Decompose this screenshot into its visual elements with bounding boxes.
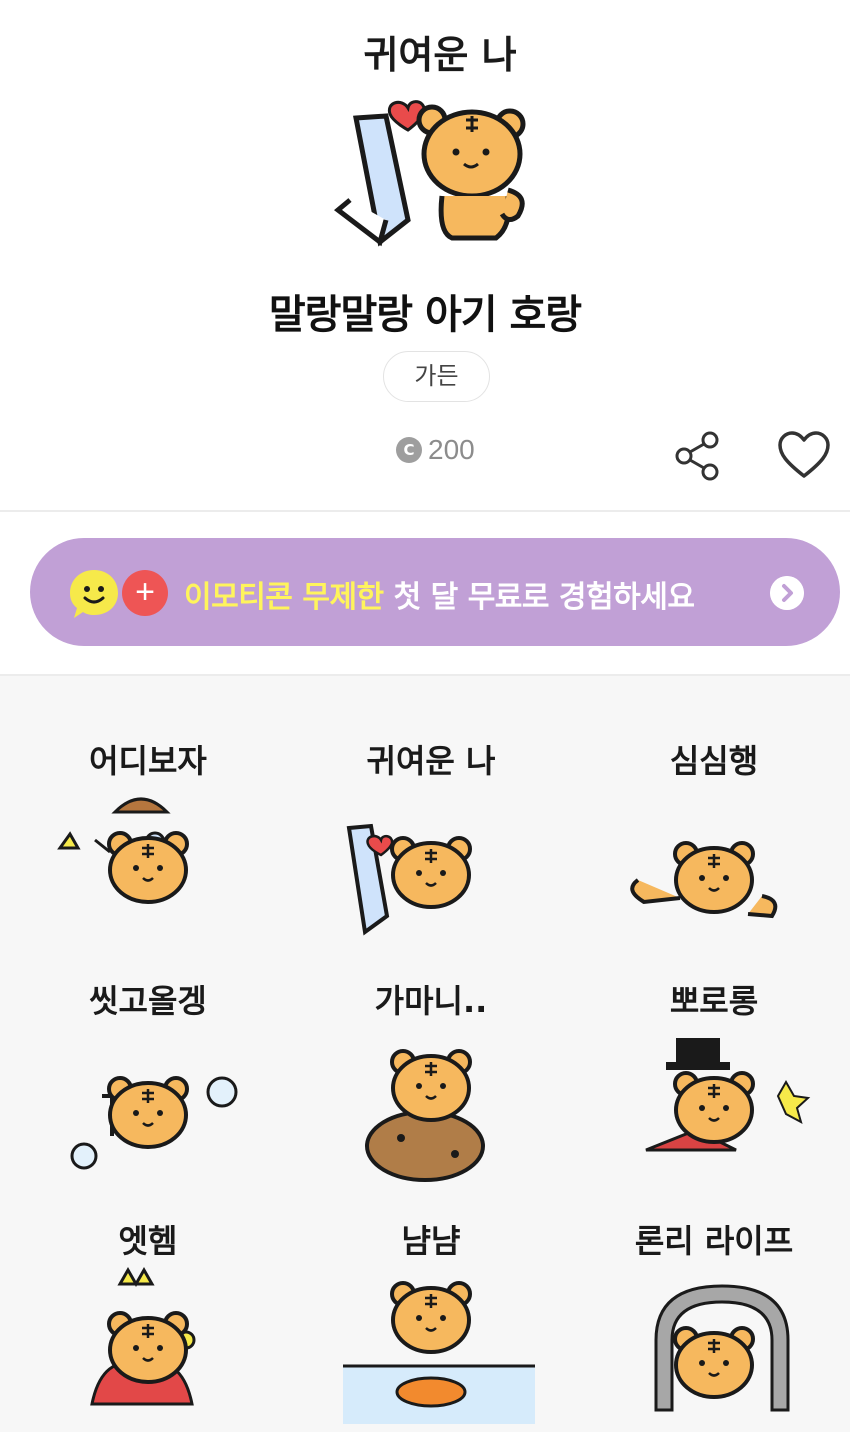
sticker-item[interactable]: 씻고올겡 xyxy=(0,960,283,1196)
sticker-image: 엣헴 xyxy=(90,1222,196,1406)
chevron-right-icon xyxy=(770,576,804,610)
sticker-item[interactable]: 뽀로롱 xyxy=(566,960,849,1196)
sticker-image: 뽀로롱 xyxy=(645,982,811,1152)
sticker-image: 귀여운 나 xyxy=(346,742,496,936)
sticker-image: 냠냠 xyxy=(343,1222,535,1424)
sticker-caption: 뽀로롱 xyxy=(670,982,758,1020)
promo-rest: 첫 달 무료로 경험하세요 xyxy=(383,580,695,615)
price-value: 200 xyxy=(428,434,475,465)
main-sticker-image: 귀여운 나 xyxy=(333,33,526,247)
sticker-image: 심심행 xyxy=(630,742,778,919)
sticker-image: 론리 라이프 xyxy=(635,1222,793,1412)
like-button[interactable] xyxy=(776,430,832,482)
heart-outline-icon xyxy=(778,431,830,478)
sticker-item[interactable]: 냠냠 xyxy=(283,1200,566,1432)
plus-icon: + xyxy=(122,570,168,616)
sticker-caption: 어디보자 xyxy=(89,742,207,780)
promo-highlight: 이모티콘 무제한 xyxy=(184,580,384,615)
divider xyxy=(0,510,850,512)
sticker-caption: 엣헴 xyxy=(119,1222,178,1260)
sticker-pack-header: 귀여운 나 말랑말랑 아기 호랑 가든 C 200 xyxy=(0,0,850,510)
unlimited-promo-banner[interactable]: + 이모티콘 무제한 첫 달 무료로 경험하세요 xyxy=(30,538,840,646)
promo-text: 이모티콘 무제한 첫 달 무료로 경험하세요 xyxy=(184,572,695,616)
sticker-image: 어디보자 xyxy=(57,742,207,904)
main-sticker-caption: 귀여운 나 xyxy=(363,33,516,77)
author-chip[interactable]: 가든 xyxy=(383,351,490,402)
sticker-item[interactable]: 엣헴 xyxy=(0,1200,283,1432)
sticker-item[interactable]: 어디보자 xyxy=(0,720,283,956)
coin-icon: C xyxy=(396,437,422,463)
sticker-item[interactable]: 심심행 xyxy=(566,720,849,956)
price: C 200 xyxy=(396,432,475,468)
sticker-caption: 냠냠 xyxy=(402,1222,461,1260)
pack-title: 말랑말랑 아기 호랑 xyxy=(268,292,582,338)
sticker-caption: 가마니.. xyxy=(375,982,488,1020)
sticker-item[interactable]: 귀여운 나 xyxy=(283,720,566,956)
sticker-grid: 어디보자 귀여운 나 심심행씻고올겡 가마니.. 뽀로롱엣헴 냠냠 론리 라이프 xyxy=(0,676,850,1432)
sticker-caption: 귀여운 나 xyxy=(367,742,496,780)
smiley-bubble-icon xyxy=(70,570,118,618)
sticker-caption: 심심행 xyxy=(670,742,758,780)
sticker-caption: 론리 라이프 xyxy=(635,1222,793,1260)
sticker-image: 가마니.. xyxy=(365,982,488,1182)
share-button[interactable] xyxy=(672,430,724,482)
sticker-item[interactable]: 가마니.. xyxy=(283,960,566,1196)
sticker-item[interactable]: 론리 라이프 xyxy=(566,1200,849,1432)
sticker-image: 씻고올겡 xyxy=(70,982,238,1170)
sticker-caption: 씻고올겡 xyxy=(89,982,207,1020)
share-icon xyxy=(675,431,719,481)
